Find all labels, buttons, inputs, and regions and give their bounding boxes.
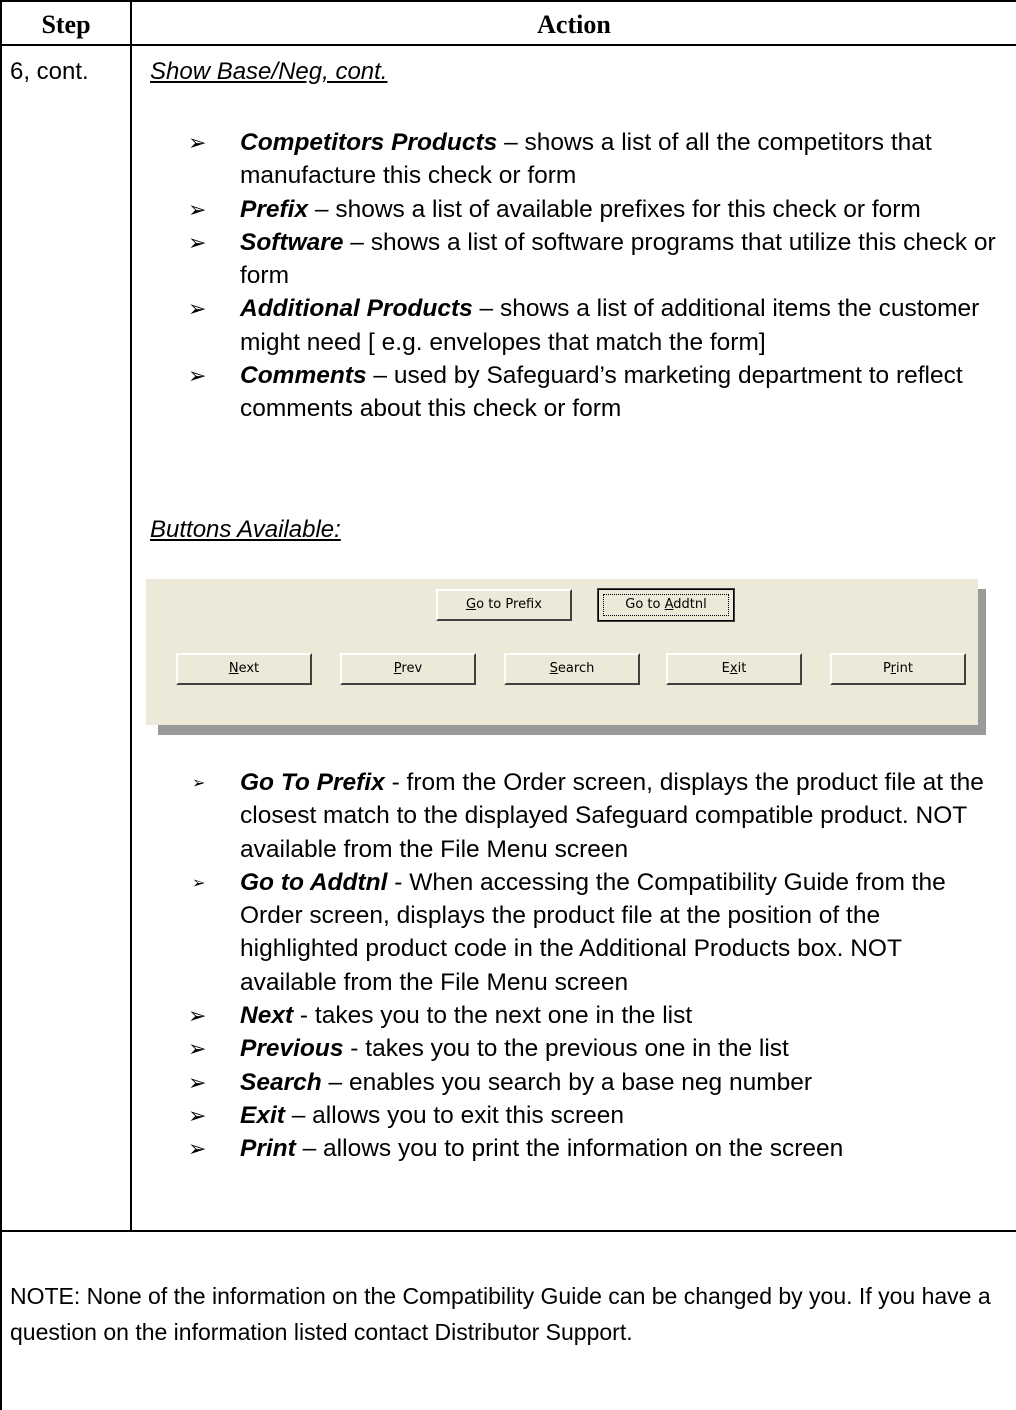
field-list: ➢ Competitors Products – shows a list of …: [188, 126, 998, 426]
arrow-bullet-icon: ➢: [192, 874, 206, 892]
list-item: ➢ Go To Prefix - from the Order screen, d…: [192, 769, 984, 863]
list-item: ➢ Previous - takes you to the previous on…: [188, 1032, 998, 1065]
list-item: ➢ Software – shows a list of software pro…: [188, 226, 998, 293]
arrow-bullet-icon: ➢: [188, 229, 207, 255]
list-item: ➢ Print – allows you to print the informa…: [188, 1132, 998, 1165]
table-frame-left: [0, 0, 2, 1410]
header-step: Step: [41, 10, 91, 39]
arrow-bullet-icon: ➢: [188, 1069, 207, 1095]
prev-button[interactable]: Prev: [340, 653, 476, 685]
list-item: ➢ Exit – allows you to exit this screen: [188, 1099, 998, 1132]
arrow-bullet-icon: ➢: [188, 296, 207, 322]
arrow-bullet-icon: ➢: [188, 196, 207, 222]
dialog-button-panel: Go to Prefix Go to Addtnl Next Prev Sear…: [146, 578, 978, 725]
exit-button[interactable]: Exit: [666, 653, 802, 685]
buttons-available-title: Buttons Available:: [150, 516, 341, 543]
header-divider: [0, 44, 1016, 46]
arrow-bullet-icon: ➢: [188, 1003, 207, 1029]
column-divider: [130, 0, 132, 1230]
print-button[interactable]: Print: [830, 653, 966, 685]
list-item: ➢ Additional Products – shows a list of a…: [188, 292, 998, 359]
arrow-bullet-icon: ➢: [188, 363, 207, 389]
list-item: ➢ Search – enables you search by a base n…: [188, 1066, 998, 1099]
arrow-bullet-icon: ➢: [188, 1102, 207, 1128]
list-item: ➢ Competitors Products – shows a list of …: [188, 126, 998, 193]
list-item: ➢ Prefix – shows a list of available pref…: [188, 193, 998, 226]
next-button[interactable]: Next: [176, 653, 312, 685]
arrow-bullet-icon: ➢: [192, 775, 206, 792]
arrow-bullet-icon: ➢: [188, 130, 207, 155]
button-description-list: ➢ Go To Prefix - from the Order screen, d…: [188, 766, 998, 1166]
table-frame-top: [0, 0, 1016, 2]
list-item: ➢ Next - takes you to the next one in the…: [188, 999, 998, 1032]
note-text: NOTE: None of the information on the Com…: [10, 1283, 991, 1345]
row-divider: [0, 1230, 1016, 1232]
list-item: ➢ Comments – used by Safeguard’s marketin…: [188, 359, 998, 426]
list-item: ➢ Go to Addtnl - When accessing the Compa…: [192, 868, 946, 996]
section-title: Show Base/Neg, cont.: [150, 58, 388, 85]
arrow-bullet-icon: ➢: [188, 1136, 207, 1162]
step-number: 6, cont.: [10, 58, 89, 85]
header-action: Action: [537, 10, 611, 39]
go-to-addtnl-button[interactable]: Go to Addtnl: [597, 588, 735, 622]
go-to-prefix-button[interactable]: Go to Prefix: [436, 589, 572, 621]
search-button[interactable]: Search: [504, 653, 640, 685]
arrow-bullet-icon: ➢: [188, 1036, 207, 1062]
